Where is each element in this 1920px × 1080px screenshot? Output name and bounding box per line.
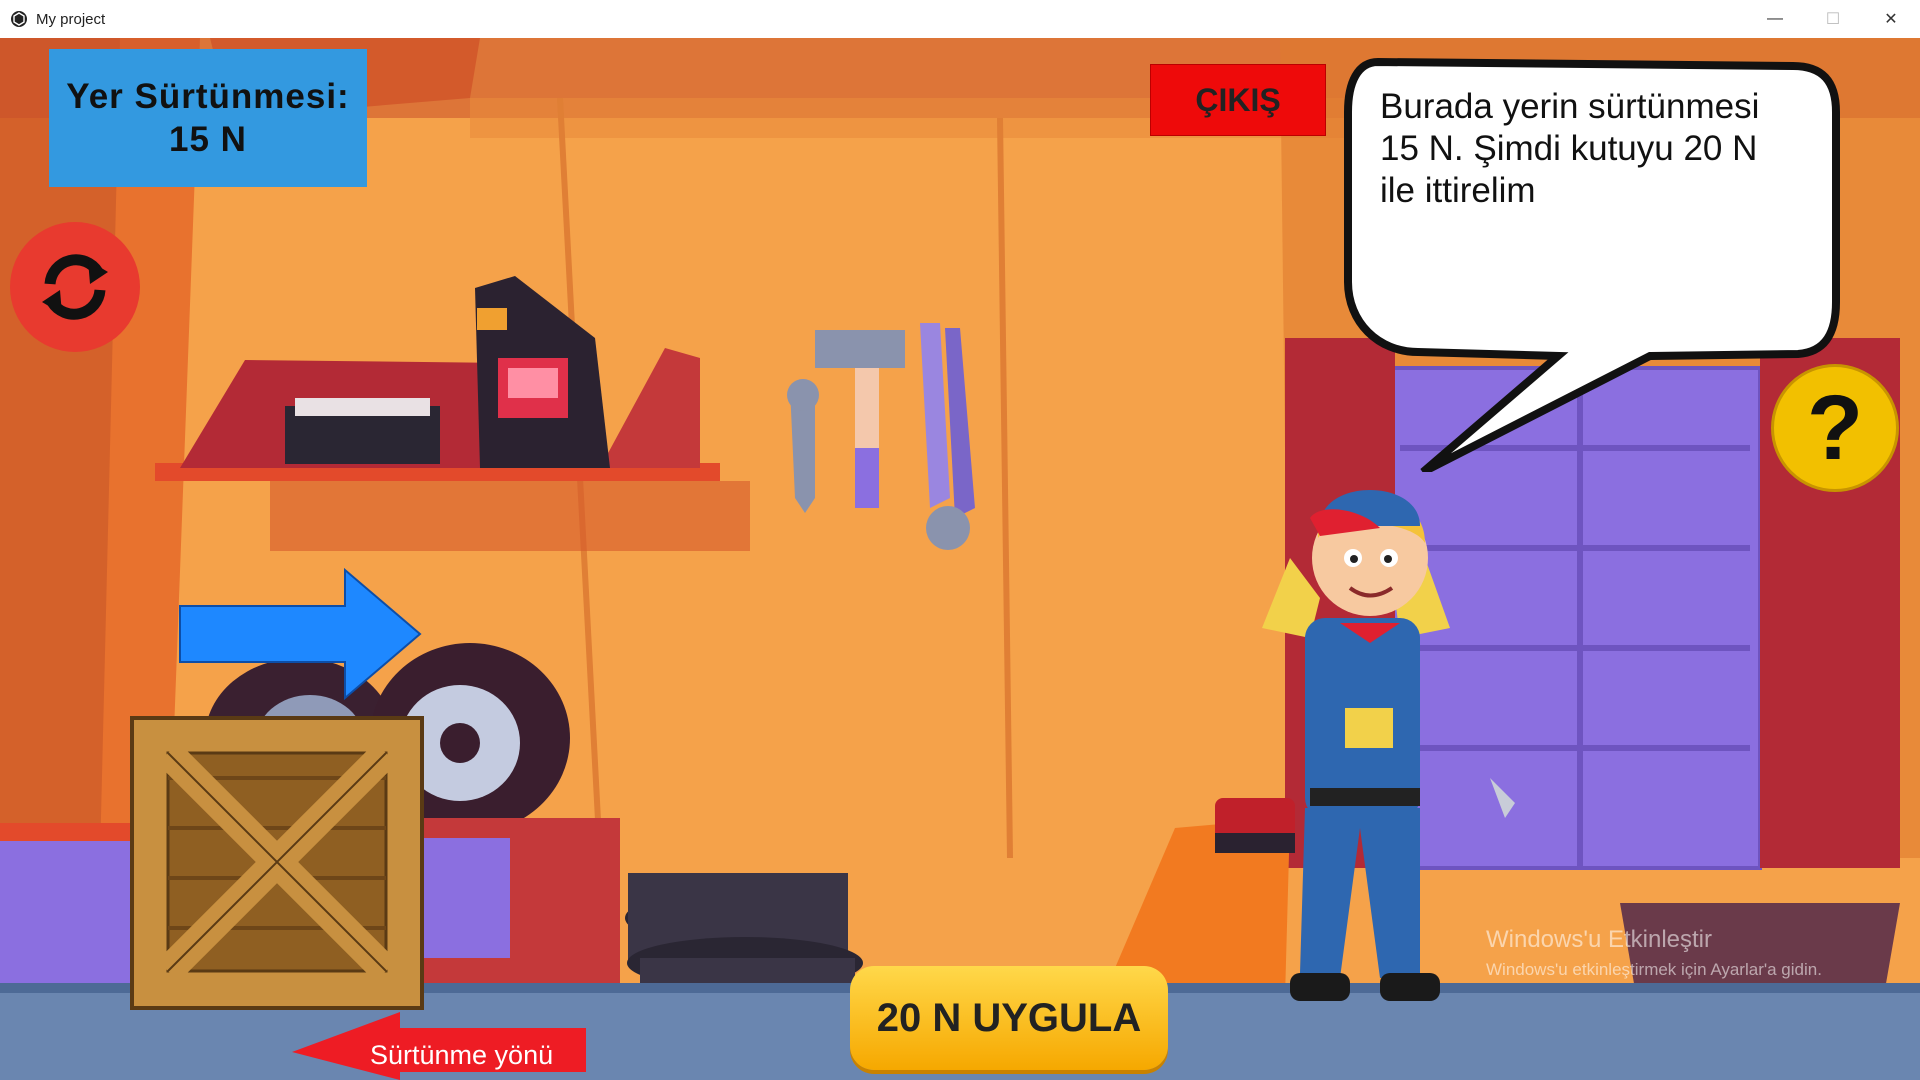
left-drawer: [0, 838, 150, 988]
close-button[interactable]: ✕: [1862, 0, 1920, 38]
window-controls: — ☐ ✕: [1746, 0, 1920, 38]
unity-app-icon: [11, 11, 27, 27]
minimize-button[interactable]: —: [1746, 0, 1804, 38]
exit-button[interactable]: ÇIKIŞ: [1150, 64, 1326, 136]
windows-activation-watermark: Windows'u Etkinleştir Windows'u etkinleş…: [1486, 926, 1822, 980]
friction-value: 15 N: [169, 120, 247, 159]
friction-direction-label: Sürtünme yönü: [370, 1040, 554, 1070]
wooden-crate: [130, 716, 424, 1010]
watermark-subtitle: Windows'u etkinleştirmek için Ayarlar'a …: [1486, 960, 1822, 979]
window-titlebar: My project — ☐ ✕: [0, 0, 1920, 39]
watermark-title: Windows'u Etkinleştir: [1486, 926, 1712, 953]
maximize-button[interactable]: ☐: [1804, 0, 1862, 38]
question-mark-icon: ?: [1806, 376, 1864, 479]
speech-text: Burada yerin sürtünmesi 15 N. Şimdi kutu…: [1380, 87, 1760, 210]
friction-title: Yer Sürtünmesi:: [66, 77, 350, 116]
help-button[interactable]: ?: [1771, 364, 1899, 492]
game-viewport[interactable]: Yer Sürtünmesi: 15 N ÇIKIŞ Burada yerin …: [0, 38, 1920, 1080]
refresh-icon: [42, 254, 108, 320]
reset-button[interactable]: [10, 222, 140, 352]
window-title: My project: [36, 10, 106, 28]
apply-force-button[interactable]: 20 N UYGULA: [850, 966, 1168, 1070]
ground-friction-panel: Yer Sürtünmesi: 15 N: [49, 49, 367, 187]
